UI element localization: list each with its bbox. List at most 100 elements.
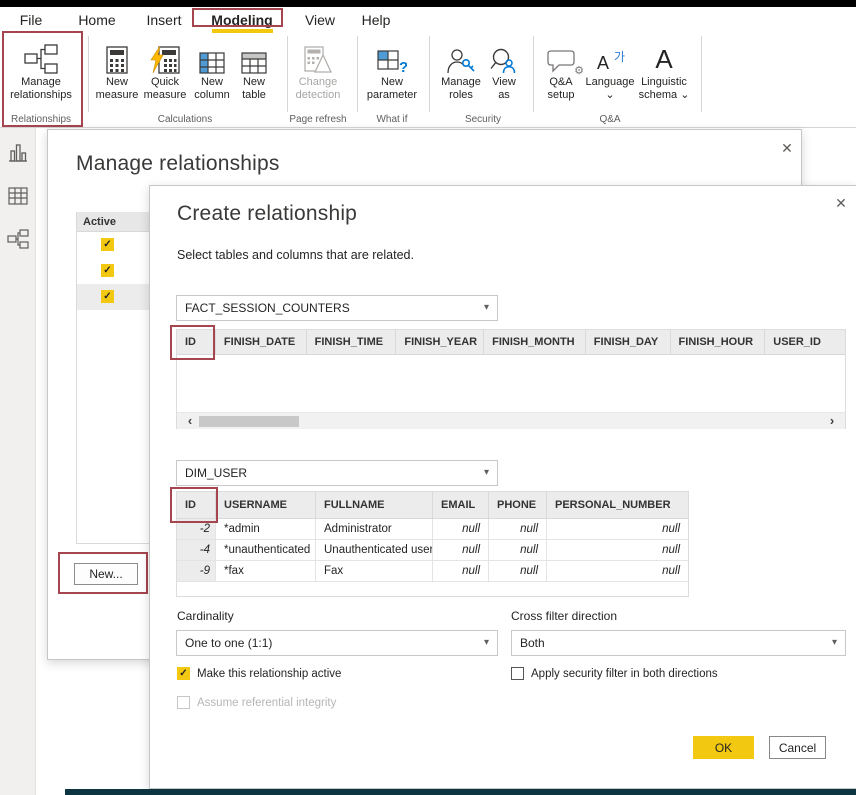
dim-cell[interactable]: *admin	[216, 519, 316, 539]
tab-help[interactable]: Help	[358, 10, 394, 30]
dim-col-personal-number[interactable]: PERSONAL_NUMBER	[547, 492, 688, 518]
tab-view[interactable]: View	[301, 10, 339, 30]
dim-col-id[interactable]: ID	[177, 492, 216, 518]
dim-row: -9 *fax Fax null null null	[177, 561, 688, 582]
dim-cell[interactable]: null	[433, 561, 489, 581]
fact-col-finish-year[interactable]: FINISH_YEAR	[396, 330, 484, 354]
relationship-row[interactable]: ✓	[77, 258, 150, 284]
dim-cell[interactable]: null	[547, 519, 688, 539]
dim-cell[interactable]: null	[433, 540, 489, 560]
cancel-button[interactable]: Cancel	[769, 736, 826, 759]
linguistic-schema-icon: A	[635, 36, 693, 74]
group-label-security: Security	[453, 114, 513, 126]
dim-cell[interactable]: -2	[177, 519, 216, 539]
model-view-icon[interactable]	[7, 228, 29, 250]
relationship-row[interactable]: ✓	[77, 232, 150, 258]
create-relationship-dialog: Create relationship ✕ Select tables and …	[149, 185, 856, 789]
tab-insert[interactable]: Insert	[142, 10, 186, 30]
apply-security-filter-checkbox[interactable]: Apply security filter in both directions	[511, 667, 718, 680]
dim-cell[interactable]: -4	[177, 540, 216, 560]
active-checkbox[interactable]: ✓	[101, 264, 114, 277]
close-icon[interactable]: ✕	[778, 139, 796, 157]
fact-col-finish-hour[interactable]: FINISH_HOUR	[671, 330, 766, 354]
powerbi-window: File Home Insert Modeling View Help Rela…	[0, 0, 856, 795]
dim-cell[interactable]: null	[489, 540, 547, 560]
unchecked-checkbox-icon[interactable]	[511, 667, 524, 680]
ribbon-separator	[357, 36, 358, 112]
dim-cell[interactable]: null	[489, 561, 547, 581]
dim-table-select[interactable]: DIM_USER ▾	[176, 460, 498, 486]
qa-setup-button[interactable]: ⚙ Q&Asetup	[540, 36, 582, 110]
relationships-list: Active ✓ ✓ ✓	[76, 212, 150, 544]
dim-cell[interactable]: Fax	[316, 561, 433, 581]
dim-cell[interactable]: null	[547, 540, 688, 560]
scrollbar-thumb[interactable]	[199, 416, 299, 427]
language-button[interactable]: A가 Language⌄	[581, 36, 639, 110]
tab-modeling[interactable]: Modeling	[204, 10, 280, 30]
chevron-down-icon: ▾	[484, 631, 489, 655]
manage-roles-button[interactable]: Manageroles	[436, 36, 486, 110]
tab-file[interactable]: File	[14, 10, 48, 30]
scroll-left-icon[interactable]: ‹	[183, 413, 197, 430]
group-label-relationships: Relationships	[6, 114, 76, 126]
scroll-right-icon[interactable]: ›	[825, 413, 839, 430]
dim-col-fullname[interactable]: FULLNAME	[316, 492, 433, 518]
new-relationship-button[interactable]: New...	[74, 563, 138, 585]
new-table-button[interactable]: Newtable	[231, 36, 277, 110]
dim-cell[interactable]: -9	[177, 561, 216, 581]
ribbon-separator	[533, 36, 534, 112]
fact-col-finish-month[interactable]: FINISH_MONTH	[484, 330, 586, 354]
report-view-icon[interactable]	[7, 142, 29, 164]
data-view-icon[interactable]	[7, 185, 29, 207]
fact-grid-empty-body	[177, 355, 845, 412]
dim-cell[interactable]: *unauthenticated	[216, 540, 316, 560]
ribbon-separator	[701, 36, 702, 112]
ribbon-separator	[88, 36, 89, 112]
dim-cell[interactable]: null	[433, 519, 489, 539]
new-column-button[interactable]: Newcolumn	[187, 36, 237, 110]
quick-measure-button[interactable]: Quickmeasure	[136, 36, 194, 110]
dim-col-email[interactable]: EMAIL	[433, 492, 489, 518]
manage-relationships-title: Manage relationships	[76, 152, 280, 176]
dim-cell[interactable]: null	[489, 519, 547, 539]
dim-grid-filler	[177, 582, 688, 596]
cross-filter-select[interactable]: Both ▾	[511, 630, 846, 656]
chevron-down-icon: ▾	[832, 631, 837, 655]
fact-col-finish-time[interactable]: FINISH_TIME	[307, 330, 397, 354]
fact-col-finish-date[interactable]: FINISH_DATE	[216, 330, 307, 354]
group-label-qa: Q&A	[585, 114, 635, 126]
fact-col-id[interactable]: ID	[177, 330, 216, 354]
dialog-subtitle: Select tables and columns that are relat…	[177, 248, 414, 262]
dim-col-username[interactable]: USERNAME	[216, 492, 316, 518]
active-checkbox[interactable]: ✓	[101, 290, 114, 303]
cardinality-select[interactable]: One to one (1:1) ▾	[176, 630, 498, 656]
fact-grid-scrollbar[interactable]: ‹ ›	[177, 412, 845, 429]
relationship-row-selected[interactable]: ✓	[77, 284, 150, 310]
change-detection-icon	[287, 36, 349, 74]
create-relationship-title: Create relationship	[177, 202, 357, 226]
chevron-down-icon: ▾	[484, 461, 489, 485]
dim-cell[interactable]: null	[547, 561, 688, 581]
tab-home[interactable]: Home	[76, 10, 118, 30]
dim-row: -4 *unauthenticated Unauthenticated user…	[177, 540, 688, 561]
checked-checkbox-icon[interactable]: ✓	[177, 667, 190, 680]
new-parameter-button[interactable]: ? Newparameter	[360, 36, 424, 110]
linguistic-schema-button[interactable]: A Linguisticschema ⌄	[635, 36, 693, 110]
manage-relationships-icon	[1, 36, 81, 74]
dim-cell[interactable]: Unauthenticated user	[316, 540, 433, 560]
fact-col-user-id[interactable]: USER_ID	[765, 330, 845, 354]
fact-table-select[interactable]: FACT_SESSION_COUNTERS ▾	[176, 295, 498, 321]
make-relationship-active-checkbox[interactable]: ✓ Make this relationship active	[177, 667, 341, 680]
fact-col-finish-day[interactable]: FINISH_DAY	[586, 330, 671, 354]
view-as-icon	[484, 36, 524, 74]
cross-filter-label: Cross filter direction	[511, 609, 617, 623]
dim-col-phone[interactable]: PHONE	[489, 492, 547, 518]
dim-cell[interactable]: *fax	[216, 561, 316, 581]
manage-roles-icon	[436, 36, 486, 74]
manage-relationships-button[interactable]: Managerelationships	[1, 36, 81, 110]
close-icon[interactable]: ✕	[832, 194, 850, 212]
active-checkbox[interactable]: ✓	[101, 238, 114, 251]
ok-button[interactable]: OK	[693, 736, 754, 759]
dim-cell[interactable]: Administrator	[316, 519, 433, 539]
view-as-button[interactable]: Viewas	[484, 36, 524, 110]
